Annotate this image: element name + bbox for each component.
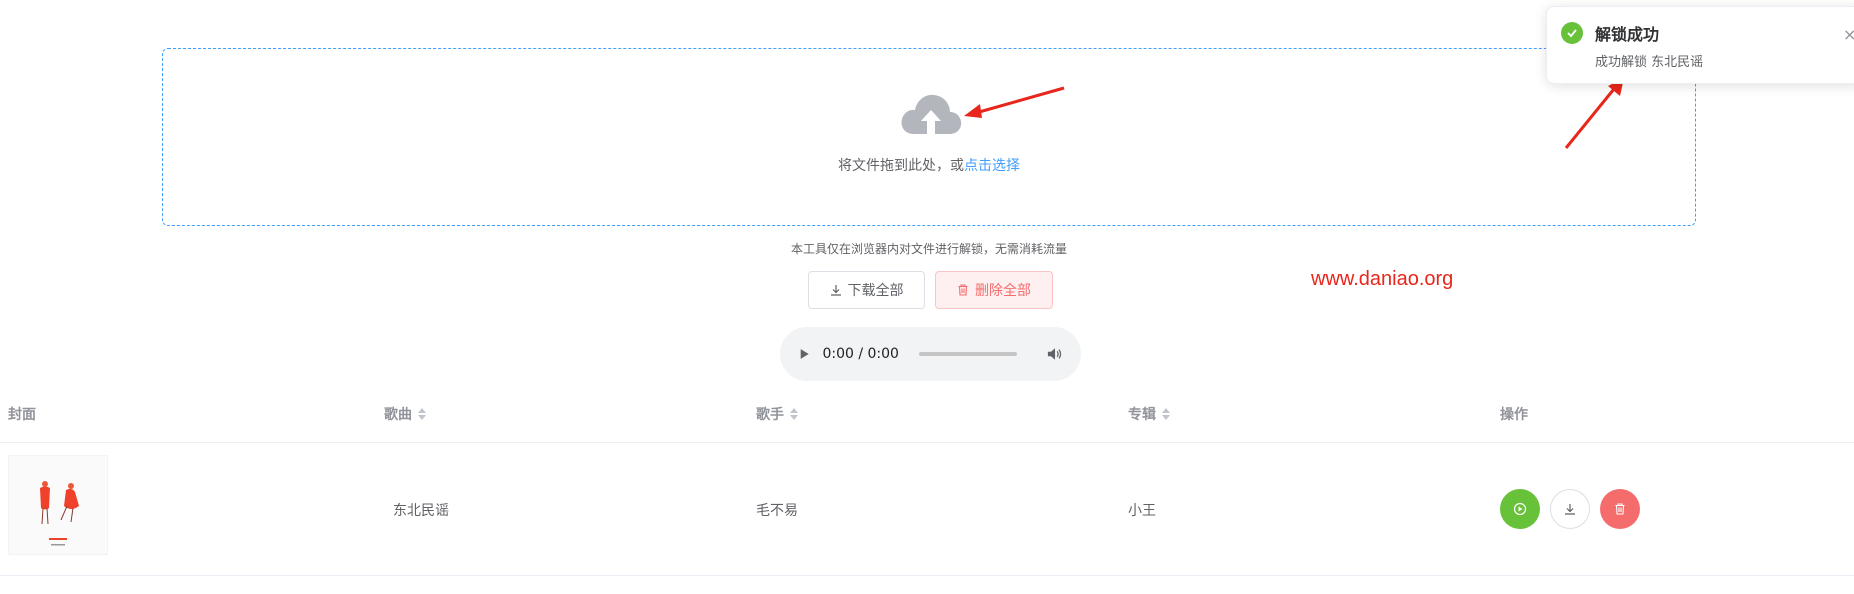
trash-icon [958,284,968,296]
column-label: 封面 [8,407,36,423]
audio-progress-bar[interactable] [918,352,1017,356]
column-header-artist[interactable]: 歌手 [756,404,798,424]
play-icon[interactable] [798,347,810,361]
column-label: 歌手 [756,407,784,423]
song-album: 小王 [1128,503,1156,519]
download-all-button[interactable]: 下载全部 [808,271,925,309]
toast-message: 成功解锁 东北民谣 [1595,55,1704,70]
cloud-upload-icon [901,94,962,134]
watermark-text: www.daniao.org [1311,268,1454,290]
delete-all-button[interactable]: 删除全部 [935,271,1053,309]
album-cover [8,455,108,555]
column-header-title[interactable]: 歌曲 [384,404,426,424]
column-label: 歌曲 [384,407,412,423]
download-icon [1565,504,1575,515]
delete-all-label: 删除全部 [975,283,1031,299]
table-divider [0,575,1854,576]
audio-player: 0:00 / 0:00 [780,327,1081,381]
download-all-label: 下载全部 [847,283,904,299]
column-label: 操作 [1500,407,1528,423]
sort-icon[interactable] [790,408,798,420]
arrow-annotation-icon [1564,78,1624,149]
play-button[interactable] [1500,489,1540,529]
play-icon [1513,502,1527,516]
audio-time: 0:00 / 0:00 [822,346,899,362]
column-label: 专辑 [1128,407,1156,423]
trash-icon [1615,503,1625,515]
delete-button[interactable] [1600,489,1640,529]
sort-icon[interactable] [418,408,426,420]
check-circle-icon [1561,22,1583,44]
column-header-album[interactable]: 专辑 [1128,404,1170,424]
download-button[interactable] [1550,489,1590,529]
column-header-cover: 封面 [8,404,36,424]
download-icon [830,285,841,296]
toast-title: 解锁成功 [1595,25,1660,44]
upload-hint-text: 将文件拖到此处，或 [838,158,964,174]
privacy-note: 本工具仅在浏览器内对文件进行解锁，无需消耗流量 [790,242,1067,256]
column-header-actions: 操作 [1500,404,1528,424]
sort-icon[interactable] [1162,408,1170,420]
notification-toast: 解锁成功 成功解锁 东北民谣 × [1546,6,1854,84]
upload-hint: 将文件拖到此处，或点击选择 [0,155,1854,175]
song-artist: 毛不易 [756,503,798,519]
table-divider [0,442,1854,443]
cover-art [40,481,79,546]
select-file-link[interactable]: 点击选择 [964,158,1020,174]
close-icon[interactable]: × [1843,25,1854,44]
arrow-annotation-icon [964,86,1065,118]
song-title: 东北民谣 [393,503,449,519]
volume-icon[interactable] [1047,346,1063,362]
